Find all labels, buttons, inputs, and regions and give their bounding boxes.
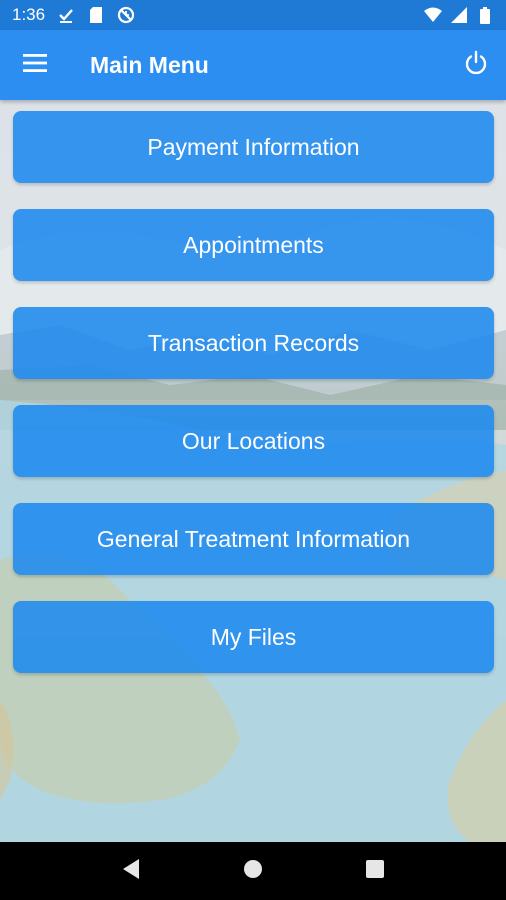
transaction-records-button[interactable]: Transaction Records [13, 307, 494, 379]
page-title: Main Menu [90, 51, 209, 78]
power-icon [463, 50, 489, 81]
menu-list: Payment Information Appointments Transac… [0, 100, 506, 673]
my-files-button[interactable]: My Files [13, 601, 494, 673]
app-bar: Main Menu [0, 30, 506, 100]
status-right [424, 6, 494, 24]
system-nav-bar [0, 842, 506, 900]
recents-button[interactable] [355, 851, 395, 891]
back-button[interactable] [111, 851, 151, 891]
home-button[interactable] [233, 851, 273, 891]
hamburger-menu-button[interactable] [0, 30, 70, 100]
download-done-icon [57, 6, 75, 24]
hamburger-menu-icon [23, 53, 47, 77]
status-time: 1:36 [12, 5, 46, 24]
cellular-signal-icon [450, 6, 468, 24]
back-icon [121, 858, 141, 885]
recents-icon [365, 859, 385, 884]
status-bar: 1:36 [0, 0, 506, 30]
our-locations-button[interactable]: Our Locations [13, 405, 494, 477]
battery-icon [476, 6, 494, 24]
home-icon [242, 858, 264, 885]
status-left: 1:36 [12, 5, 135, 25]
wifi-icon [424, 6, 442, 24]
payment-information-button[interactable]: Payment Information [13, 111, 494, 183]
appointments-button[interactable]: Appointments [13, 209, 494, 281]
sd-card-icon [87, 6, 105, 24]
main-content: Payment Information Appointments Transac… [0, 100, 506, 842]
general-treatment-information-button[interactable]: General Treatment Information [13, 503, 494, 575]
power-button[interactable] [446, 30, 506, 100]
sync-disabled-icon [117, 6, 135, 24]
